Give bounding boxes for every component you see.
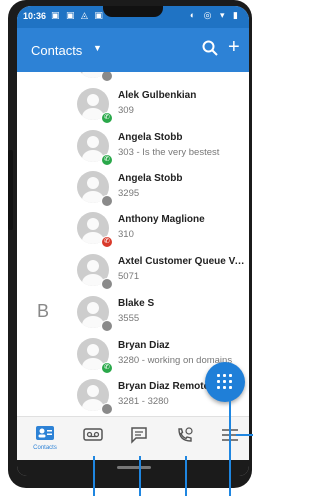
side-button — [8, 150, 13, 230]
contact-name: Anthony Maglione — [118, 214, 205, 225]
contact-name: Angela Stobb — [118, 132, 183, 143]
notification-icons: ▣ ▣ ◬ ▣ — [51, 10, 105, 20]
contact-name: Angela Stobb — [118, 173, 183, 184]
chevron-down-icon[interactable]: ▼ — [93, 43, 102, 53]
contact-subtitle: 5071 — [118, 271, 140, 282]
presence-icon — [101, 195, 113, 207]
contact-subtitle: 3295 — [118, 188, 140, 199]
dialpad-fab-button[interactable] — [205, 362, 245, 402]
callout-line-voicemail — [93, 456, 95, 496]
presence-icon — [101, 320, 113, 332]
nav-contacts-label: Contacts — [33, 445, 57, 451]
presence-icon — [101, 72, 113, 82]
contacts-dropdown-title[interactable]: Contacts — [31, 43, 82, 58]
presence-icon — [101, 278, 113, 290]
presence-icon — [101, 403, 113, 415]
phone-screen: 10:36 ▣ ▣ ◬ ▣ ◐ ◎ ▾ ▮ Contacts ▼ + 375 ✆… — [17, 6, 249, 476]
presence-icon: ✆ — [101, 112, 113, 124]
contact-name: Axtel Customer Queue Vo... — [118, 256, 246, 267]
callout-line-dialpad — [229, 400, 231, 496]
nav-menu[interactable] — [217, 425, 245, 455]
list-item[interactable]: Axtel Customer Queue Vo... 5071 — [17, 250, 249, 292]
gesture-bar — [17, 460, 249, 476]
contact-name: Bryan Diaz — [118, 340, 170, 351]
contact-subtitle: 3555 — [118, 313, 140, 324]
nav-voicemail[interactable] — [79, 425, 107, 455]
callout-line-calls — [185, 456, 187, 496]
add-contact-button[interactable]: + — [228, 36, 240, 59]
list-item[interactable]: ✆ Angela Stobb 303 - Is the very bestest — [17, 126, 249, 168]
camera-notch — [103, 6, 163, 17]
search-icon[interactable] — [201, 39, 219, 57]
contact-name: Alek Gulbenkian — [118, 90, 197, 101]
app-toolbar: Contacts ▼ + — [17, 28, 249, 72]
contact-subtitle: 310 — [118, 229, 134, 240]
list-item[interactable]: B Blake S 3555 — [17, 292, 249, 334]
callout-line-chat — [139, 456, 141, 496]
home-indicator[interactable] — [117, 466, 151, 469]
nav-call-history[interactable] — [171, 425, 199, 455]
contact-subtitle: 309 — [118, 105, 134, 116]
contact-name: Blake S — [118, 298, 155, 309]
list-item[interactable]: Angela Stobb 3295 — [17, 167, 249, 209]
list-item[interactable]: ✆ Alek Gulbenkian 309 — [17, 84, 249, 126]
presence-icon: ✆ — [101, 236, 113, 248]
dialpad-icon — [217, 374, 233, 390]
presence-icon: ✆ — [101, 362, 113, 374]
list-item[interactable]: ✆ Anthony Maglione 310 — [17, 208, 249, 250]
section-letter: B — [37, 301, 50, 321]
status-time: 10:36 — [23, 11, 47, 21]
callout-line-menu — [236, 434, 253, 436]
nav-chat[interactable] — [125, 425, 153, 455]
contact-subtitle: 303 - Is the very bestest — [118, 147, 220, 158]
call-history-icon — [178, 427, 193, 442]
list-item-partial[interactable]: 375 — [17, 72, 249, 84]
chat-icon — [131, 427, 147, 444]
voicemail-icon — [83, 428, 103, 441]
nav-contacts[interactable]: Contacts — [31, 425, 59, 455]
contacts-icon — [36, 426, 54, 440]
system-status-icons: ◐ ◎ ▾ ▮ — [189, 10, 241, 20]
contact-subtitle: 375 — [118, 72, 246, 74]
presence-icon: ✆ — [101, 154, 113, 166]
bottom-navigation: Contacts — [17, 416, 249, 461]
